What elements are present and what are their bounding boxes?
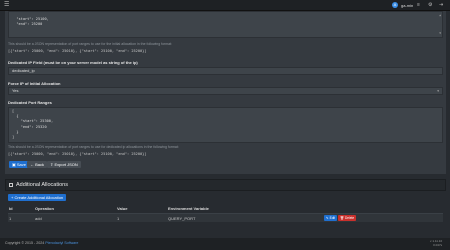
footer: Copyright © 2015 - 2024 Pterodactyl Soft… — [0, 238, 450, 250]
export-json-button[interactable]: ⇪ Export JSON — [47, 161, 81, 168]
scroll-down-icon[interactable]: ▼ — [439, 32, 441, 35]
cell-id: 1 — [9, 216, 12, 221]
cell-env: QUERY_PORT — [168, 216, 196, 221]
pterodactyl-link[interactable]: Pterodactyl Software — [45, 241, 78, 245]
cell-operation: add — [35, 216, 42, 221]
dedicated-ports-label: Dedicated Port Ranges — [8, 100, 52, 105]
dedicated-ip-label: Dedicated IP Field (must be on your serv… — [8, 60, 138, 65]
copyright-text: Copyright © 2015 - 2024 Pterodactyl Soft… — [5, 241, 79, 245]
delete-button[interactable]: 🗑 Delete — [338, 215, 357, 221]
sign-out-icon[interactable]: ⇥ — [439, 2, 443, 8]
dedicated-ports-editor[interactable]: [ { "start": 25300, "end": 25320 }] — [8, 107, 443, 143]
ports-json-line: "start": 25100, — [16, 17, 49, 21]
force-ip-select[interactable]: Yes ▾ — [8, 87, 443, 95]
ports-json-line: "end": 25200 — [16, 21, 43, 26]
ports-help-text: This should be a JSON representation of … — [8, 42, 173, 46]
dedicated-ip-field[interactable]: dedicated_ip — [8, 67, 443, 75]
column-header: Value — [117, 206, 128, 211]
version-info: v 1.11.10 0.047s — [430, 239, 443, 247]
section-title: Additional Allocations — [16, 182, 68, 188]
column-header: Environment Variable — [168, 206, 209, 211]
table-row: 1 add 1 QUERY_PORT ✎ Edit 🗑 Delete — [8, 213, 443, 222]
cell-value: 1 — [117, 216, 120, 221]
dedicated-ports-line: ] — [12, 135, 15, 140]
bars-icon[interactable]: ☰ — [4, 2, 9, 9]
force-ip-label: Force IP of Initial Allocation — [8, 81, 61, 86]
ports-format-text: [{"start": 25000, "end": 25010}, {"start… — [8, 49, 147, 53]
scroll-up-icon[interactable]: ▲ — [439, 14, 441, 17]
dedicated-ports-help-text: This should be a JSON representation of … — [8, 145, 179, 149]
edit-button[interactable]: ✎ Edit — [324, 215, 338, 221]
force-ip-value: Yes — [12, 88, 19, 93]
column-header: Id — [9, 206, 13, 211]
avatar[interactable]: A — [392, 2, 398, 8]
top-navbar: ☰ A ga-min ≡ ⚙ ⇥ — [0, 0, 450, 11]
create-allocation-button[interactable]: + Create Additional Allocation — [8, 194, 67, 201]
column-header: Operation — [35, 206, 54, 211]
checkbox-icon — [9, 183, 13, 187]
save-button[interactable]: ▣ Save — [9, 161, 30, 168]
dedicated-ports-format-text: [{"start": 25000, "end": 25010}, {"start… — [8, 152, 147, 156]
back-button[interactable]: ← Back — [27, 161, 48, 168]
ports-json-editor[interactable]: "start": 25100, "end": 25200 ▲ ▼ — [8, 11, 443, 38]
additional-allocations-header: Additional Allocations — [5, 179, 446, 191]
chevron-down-icon: ▾ — [437, 89, 439, 93]
user-name[interactable]: ga-min — [401, 3, 413, 8]
cog-icon[interactable]: ⚙ — [428, 2, 432, 8]
list-icon[interactable]: ≡ — [417, 2, 420, 8]
